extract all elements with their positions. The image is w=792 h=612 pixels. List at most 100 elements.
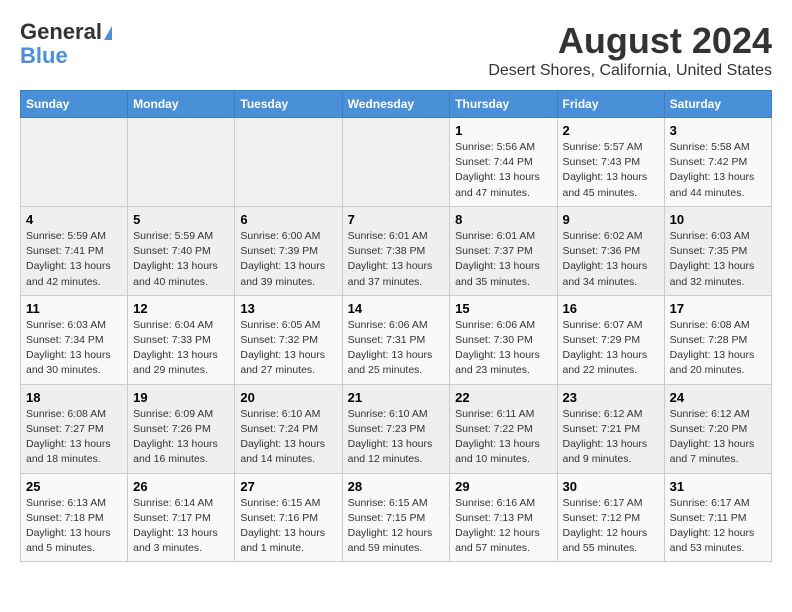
calendar-cell: 14Sunrise: 6:06 AM Sunset: 7:31 PM Dayli… xyxy=(342,295,450,384)
page-header: GeneralBlue August 2024 Desert Shores, C… xyxy=(20,20,772,80)
day-number: 18 xyxy=(26,390,122,405)
day-number: 3 xyxy=(670,123,766,138)
day-number: 30 xyxy=(563,479,659,494)
day-number: 9 xyxy=(563,212,659,227)
calendar-cell: 18 Sunrise: 6:08 AM Sunset: 7:27 PM Dayli… xyxy=(21,384,128,473)
day-info: Sunrise: 6:10 AM Sunset: 7:23 PM Dayligh… xyxy=(348,407,445,468)
day-number: 21 xyxy=(348,390,445,405)
calendar-cell: 5 Sunrise: 5:59 AM Sunset: 7:40 PM Daylig… xyxy=(128,206,235,295)
calendar-week-5: 25Sunrise: 6:13 AM Sunset: 7:18 PM Dayli… xyxy=(21,473,772,562)
calendar-cell xyxy=(21,118,128,207)
day-header-thursday: Thursday xyxy=(450,91,557,118)
day-number: 4 xyxy=(26,212,122,227)
page-title: August 2024 xyxy=(488,20,772,62)
calendar-cell: 19Sunrise: 6:09 AM Sunset: 7:26 PM Dayli… xyxy=(128,384,235,473)
day-info: Sunrise: 6:05 AM Sunset: 7:32 PM Dayligh… xyxy=(240,318,336,379)
calendar-cell: 26Sunrise: 6:14 AM Sunset: 7:17 PM Dayli… xyxy=(128,473,235,562)
calendar-cell: 2 Sunrise: 5:57 AM Sunset: 7:43 PM Daylig… xyxy=(557,118,664,207)
logo-text: GeneralBlue xyxy=(20,20,112,68)
calendar-cell: 4 Sunrise: 5:59 AM Sunset: 7:41 PM Daylig… xyxy=(21,206,128,295)
day-number: 20 xyxy=(240,390,336,405)
day-info: Sunrise: 6:03 AM Sunset: 7:34 PM Dayligh… xyxy=(26,318,122,379)
calendar-cell: 9 Sunrise: 6:02 AM Sunset: 7:36 PM Daylig… xyxy=(557,206,664,295)
calendar-cell xyxy=(235,118,342,207)
day-number: 28 xyxy=(348,479,445,494)
calendar-cell: 25Sunrise: 6:13 AM Sunset: 7:18 PM Dayli… xyxy=(21,473,128,562)
day-info: Sunrise: 6:09 AM Sunset: 7:26 PM Dayligh… xyxy=(133,407,229,468)
calendar-cell: 13Sunrise: 6:05 AM Sunset: 7:32 PM Dayli… xyxy=(235,295,342,384)
day-info: Sunrise: 6:17 AM Sunset: 7:11 PM Dayligh… xyxy=(670,496,766,557)
title-area: August 2024 Desert Shores, California, U… xyxy=(488,20,772,80)
day-info: Sunrise: 5:59 AM Sunset: 7:40 PM Dayligh… xyxy=(133,229,229,290)
day-info: Sunrise: 6:01 AM Sunset: 7:37 PM Dayligh… xyxy=(455,229,551,290)
day-info: Sunrise: 6:07 AM Sunset: 7:29 PM Dayligh… xyxy=(563,318,659,379)
day-number: 7 xyxy=(348,212,445,227)
day-number: 24 xyxy=(670,390,766,405)
day-info: Sunrise: 6:06 AM Sunset: 7:30 PM Dayligh… xyxy=(455,318,551,379)
day-number: 11 xyxy=(26,301,122,316)
day-info: Sunrise: 5:58 AM Sunset: 7:42 PM Dayligh… xyxy=(670,140,766,201)
calendar-cell: 28 Sunrise: 6:15 AM Sunset: 7:15 PM Dayli… xyxy=(342,473,450,562)
calendar-week-3: 11 Sunrise: 6:03 AM Sunset: 7:34 PM Dayli… xyxy=(21,295,772,384)
day-number: 16 xyxy=(563,301,659,316)
calendar-week-4: 18 Sunrise: 6:08 AM Sunset: 7:27 PM Dayli… xyxy=(21,384,772,473)
day-number: 10 xyxy=(670,212,766,227)
day-number: 22 xyxy=(455,390,551,405)
calendar-week-1: 1 Sunrise: 5:56 AM Sunset: 7:44 PM Daylig… xyxy=(21,118,772,207)
day-header-monday: Monday xyxy=(128,91,235,118)
calendar-cell: 11 Sunrise: 6:03 AM Sunset: 7:34 PM Dayli… xyxy=(21,295,128,384)
day-number: 2 xyxy=(563,123,659,138)
calendar-cell: 24 Sunrise: 6:12 AM Sunset: 7:20 PM Dayli… xyxy=(664,384,771,473)
day-number: 26 xyxy=(133,479,229,494)
day-header-friday: Friday xyxy=(557,91,664,118)
day-info: Sunrise: 6:01 AM Sunset: 7:38 PM Dayligh… xyxy=(348,229,445,290)
day-info: Sunrise: 5:57 AM Sunset: 7:43 PM Dayligh… xyxy=(563,140,659,201)
day-number: 29 xyxy=(455,479,551,494)
day-number: 15 xyxy=(455,301,551,316)
day-number: 14 xyxy=(348,301,445,316)
day-header-tuesday: Tuesday xyxy=(235,91,342,118)
day-info: Sunrise: 5:59 AM Sunset: 7:41 PM Dayligh… xyxy=(26,229,122,290)
calendar-cell: 22 Sunrise: 6:11 AM Sunset: 7:22 PM Dayli… xyxy=(450,384,557,473)
page-subtitle: Desert Shores, California, United States xyxy=(488,62,772,80)
calendar-table: SundayMondayTuesdayWednesdayThursdayFrid… xyxy=(20,90,772,562)
calendar-week-2: 4 Sunrise: 5:59 AM Sunset: 7:41 PM Daylig… xyxy=(21,206,772,295)
day-info: Sunrise: 5:56 AM Sunset: 7:44 PM Dayligh… xyxy=(455,140,551,201)
calendar-cell: 15 Sunrise: 6:06 AM Sunset: 7:30 PM Dayli… xyxy=(450,295,557,384)
day-info: Sunrise: 6:13 AM Sunset: 7:18 PM Dayligh… xyxy=(26,496,122,557)
day-number: 6 xyxy=(240,212,336,227)
calendar-cell: 10 Sunrise: 6:03 AM Sunset: 7:35 PM Dayli… xyxy=(664,206,771,295)
day-number: 1 xyxy=(455,123,551,138)
calendar-cell: 1 Sunrise: 5:56 AM Sunset: 7:44 PM Daylig… xyxy=(450,118,557,207)
day-info: Sunrise: 6:10 AM Sunset: 7:24 PM Dayligh… xyxy=(240,407,336,468)
logo-general: General xyxy=(20,19,102,44)
day-info: Sunrise: 6:11 AM Sunset: 7:22 PM Dayligh… xyxy=(455,407,551,468)
day-info: Sunrise: 6:12 AM Sunset: 7:20 PM Dayligh… xyxy=(670,407,766,468)
day-header-saturday: Saturday xyxy=(664,91,771,118)
calendar-cell: 8 Sunrise: 6:01 AM Sunset: 7:37 PM Daylig… xyxy=(450,206,557,295)
logo-arrow-icon xyxy=(104,26,112,40)
day-number: 12 xyxy=(133,301,229,316)
day-info: Sunrise: 6:15 AM Sunset: 7:15 PM Dayligh… xyxy=(348,496,445,557)
day-info: Sunrise: 6:04 AM Sunset: 7:33 PM Dayligh… xyxy=(133,318,229,379)
day-info: Sunrise: 6:02 AM Sunset: 7:36 PM Dayligh… xyxy=(563,229,659,290)
day-number: 8 xyxy=(455,212,551,227)
calendar-cell: 31Sunrise: 6:17 AM Sunset: 7:11 PM Dayli… xyxy=(664,473,771,562)
logo: GeneralBlue xyxy=(20,20,112,68)
day-number: 27 xyxy=(240,479,336,494)
day-number: 5 xyxy=(133,212,229,227)
calendar-cell xyxy=(128,118,235,207)
calendar-header-row: SundayMondayTuesdayWednesdayThursdayFrid… xyxy=(21,91,772,118)
day-info: Sunrise: 6:16 AM Sunset: 7:13 PM Dayligh… xyxy=(455,496,551,557)
day-header-wednesday: Wednesday xyxy=(342,91,450,118)
day-info: Sunrise: 6:03 AM Sunset: 7:35 PM Dayligh… xyxy=(670,229,766,290)
calendar-cell: 12 Sunrise: 6:04 AM Sunset: 7:33 PM Dayli… xyxy=(128,295,235,384)
calendar-cell: 7 Sunrise: 6:01 AM Sunset: 7:38 PM Daylig… xyxy=(342,206,450,295)
calendar-cell: 16 Sunrise: 6:07 AM Sunset: 7:29 PM Dayli… xyxy=(557,295,664,384)
day-info: Sunrise: 6:08 AM Sunset: 7:28 PM Dayligh… xyxy=(670,318,766,379)
calendar-cell: 6Sunrise: 6:00 AM Sunset: 7:39 PM Daylig… xyxy=(235,206,342,295)
calendar-cell: 21 Sunrise: 6:10 AM Sunset: 7:23 PM Dayli… xyxy=(342,384,450,473)
calendar-cell: 20 Sunrise: 6:10 AM Sunset: 7:24 PM Dayli… xyxy=(235,384,342,473)
day-info: Sunrise: 6:08 AM Sunset: 7:27 PM Dayligh… xyxy=(26,407,122,468)
calendar-cell: 27Sunrise: 6:15 AM Sunset: 7:16 PM Dayli… xyxy=(235,473,342,562)
